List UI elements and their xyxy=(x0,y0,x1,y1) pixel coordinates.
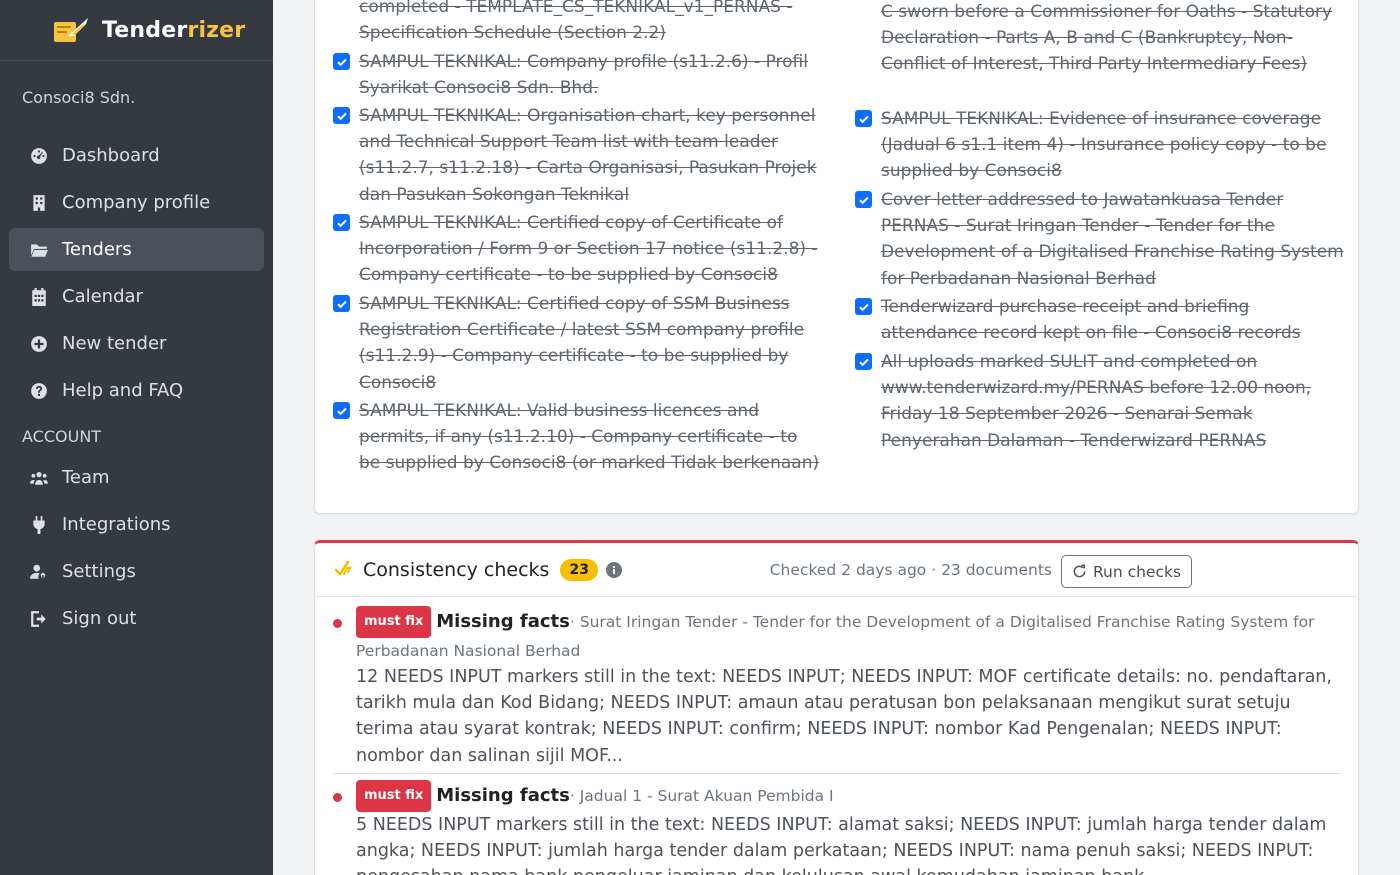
sidebar-item-label: Dashboard xyxy=(62,145,160,166)
last-checked-meta: Checked 2 days ago · 23 documents xyxy=(769,561,1052,579)
sidebar-item-settings[interactable]: Settings xyxy=(9,550,264,593)
sidebar-item-label: Company profile xyxy=(62,192,211,213)
question-circle-icon xyxy=(29,381,49,401)
run-checks-button[interactable]: Run checks xyxy=(1061,555,1192,588)
issue-document: · Jadual 1 - Surat Akuan Pembida I xyxy=(569,787,834,805)
checklist-item[interactable]: SAMPUL TEKNIKAL: Company profile (s11.2.… xyxy=(333,49,823,101)
user-gear-icon xyxy=(29,562,49,582)
sidebar-item-label: Team xyxy=(62,467,110,488)
sidebar-item-label: Help and FAQ xyxy=(62,380,184,401)
checklist-item: completed - TEMPLATE_CS_TEKNIKAL_v1_PERN… xyxy=(333,0,823,46)
divider xyxy=(333,773,1341,774)
checklist-item-text: SAMPUL TEKNIKAL: Valid business licences… xyxy=(359,401,820,474)
issue-type: Missing facts xyxy=(436,785,570,806)
sidebar: Tenderrizer Consoci8 Sdn. Dashboard Comp… xyxy=(0,0,273,875)
checkbox-checked[interactable] xyxy=(855,353,872,370)
org-name: Consoci8 Sdn. xyxy=(22,88,136,107)
sidebar-item-company-profile[interactable]: Company profile xyxy=(9,181,264,224)
calendar-icon xyxy=(29,287,49,307)
checklist-item[interactable]: Cover letter addressed to Jawatankuasa T… xyxy=(855,187,1345,292)
checklist-item-text: SAMPUL TEKNIKAL: Company profile (s11.2.… xyxy=(359,52,808,99)
consistency-checks-header: Consistency checks 23 Checked 2 days ago… xyxy=(315,543,1358,597)
checkbox-checked[interactable] xyxy=(855,191,872,208)
checklist-item-text: SAMPUL TEKNIKAL: Certified copy of Certi… xyxy=(359,213,818,286)
checkbox-checked[interactable] xyxy=(333,214,350,231)
sidebar-item-label: Tenders xyxy=(62,239,132,260)
checklist-item[interactable]: SAMPUL TEKNIKAL: Valid business licences… xyxy=(333,398,823,477)
sidebar-item-label: New tender xyxy=(62,333,167,354)
issue-heading: must fix Missing facts· Surat Iringan Te… xyxy=(356,606,1341,664)
sidebar-item-label: Integrations xyxy=(62,514,171,535)
checkbox-checked[interactable] xyxy=(333,53,350,70)
checkbox-checked[interactable] xyxy=(333,402,350,419)
checkbox-checked[interactable] xyxy=(855,298,872,315)
checklist-item-text: completed - TEMPLATE_CS_TEKNIKAL_v1_PERN… xyxy=(359,0,793,44)
info-icon[interactable] xyxy=(605,561,622,578)
sign-out-icon xyxy=(29,609,49,629)
checklist-item-text: All uploads marked SULIT and completed o… xyxy=(881,352,1312,451)
sidebar-item-label: Settings xyxy=(62,561,136,582)
refresh-icon xyxy=(1073,564,1086,578)
checklist-item-text: SAMPUL TEKNIKAL: Evidence of insurance c… xyxy=(881,109,1327,182)
checklist-item[interactable]: SAMPUL TEKNIKAL: Evidence of insurance c… xyxy=(855,106,1345,185)
sidebar-item-label: Calendar xyxy=(62,286,143,307)
checkbox-checked[interactable] xyxy=(333,295,350,312)
checklist-item-text: SAMPUL TEKNIKAL: Organisation chart, key… xyxy=(359,106,817,205)
sidebar-item-sign-out[interactable]: Sign out xyxy=(9,597,264,640)
issue-description: 12 NEEDS INPUT markers still in the text… xyxy=(356,667,1332,766)
check-bolt-icon xyxy=(335,560,352,575)
submission-checklist-card: completed - TEMPLATE_CS_TEKNIKAL_v1_PERN… xyxy=(314,0,1359,514)
brand[interactable]: Tenderrizer xyxy=(0,0,273,61)
issue-count-badge: 23 xyxy=(560,558,598,581)
dashboard-icon xyxy=(29,146,49,166)
sidebar-item-integrations[interactable]: Integrations xyxy=(9,503,264,546)
sidebar-item-calendar[interactable]: Calendar xyxy=(9,275,264,318)
severity-dot xyxy=(333,619,342,628)
sidebar-item-label: Sign out xyxy=(62,608,137,629)
issue-description: 5 NEEDS INPUT markers still in the text:… xyxy=(356,815,1327,875)
sidebar-item-team[interactable]: Team xyxy=(9,456,264,499)
team-icon xyxy=(29,468,49,488)
checklist-item-text: SAMPUL TEKNIKAL: Certified copy of SSM B… xyxy=(359,294,805,393)
logo-icon xyxy=(54,18,88,42)
sidebar-item-dashboard[interactable]: Dashboard xyxy=(9,134,264,177)
run-checks-label: Run checks xyxy=(1092,562,1182,581)
must-fix-badge: must fix xyxy=(356,606,432,638)
issue-body: must fix Missing facts· Jadual 1 - Surat… xyxy=(356,780,1341,875)
plug-icon xyxy=(29,515,49,535)
sidebar-item-tenders[interactable]: Tenders xyxy=(9,228,264,271)
issue-type: Missing facts xyxy=(436,611,570,632)
checklist-item[interactable]: SAMPUL TEKNIKAL: Certified copy of SSM B… xyxy=(333,291,823,396)
checkbox-checked[interactable] xyxy=(333,107,350,124)
checklist-item[interactable]: Tenderwizard purchase receipt and briefi… xyxy=(855,294,1345,346)
checklist-item-text: Tenderwizard purchase receipt and briefi… xyxy=(881,297,1301,344)
section-label-account: ACCOUNT xyxy=(22,426,102,446)
checkbox-checked[interactable] xyxy=(855,110,872,127)
issue-body: must fix Missing facts· Surat Iringan Te… xyxy=(356,606,1341,769)
checklist-item: C sworn before a Commissioner for Oaths … xyxy=(855,0,1345,78)
issue-heading: must fix Missing facts· Jadual 1 - Surat… xyxy=(356,780,1341,812)
consistency-checks-title: Consistency checks xyxy=(363,558,550,581)
checklist-item[interactable]: SAMPUL TEKNIKAL: Organisation chart, key… xyxy=(333,103,823,208)
checklist-item[interactable]: All uploads marked SULIT and completed o… xyxy=(855,349,1345,454)
checklist-item-text: Cover letter addressed to Jawatankuasa T… xyxy=(881,190,1344,289)
plus-circle-icon xyxy=(29,334,49,354)
checklist-item[interactable]: SAMPUL TEKNIKAL: Certified copy of Certi… xyxy=(333,210,823,289)
severity-dot xyxy=(333,793,342,802)
consistency-checks-card: Consistency checks 23 Checked 2 days ago… xyxy=(314,540,1359,875)
folder-icon xyxy=(29,240,49,260)
sidebar-item-new-tender[interactable]: New tender xyxy=(9,322,264,365)
must-fix-badge: must fix xyxy=(356,780,432,812)
checklist-item-text: C sworn before a Commissioner for Oaths … xyxy=(881,2,1333,75)
building-icon xyxy=(29,193,49,213)
brand-name: Tenderrizer xyxy=(102,17,246,43)
sidebar-item-help[interactable]: Help and FAQ xyxy=(9,369,264,412)
main-content: completed - TEMPLATE_CS_TEKNIKAL_v1_PERN… xyxy=(273,0,1400,875)
